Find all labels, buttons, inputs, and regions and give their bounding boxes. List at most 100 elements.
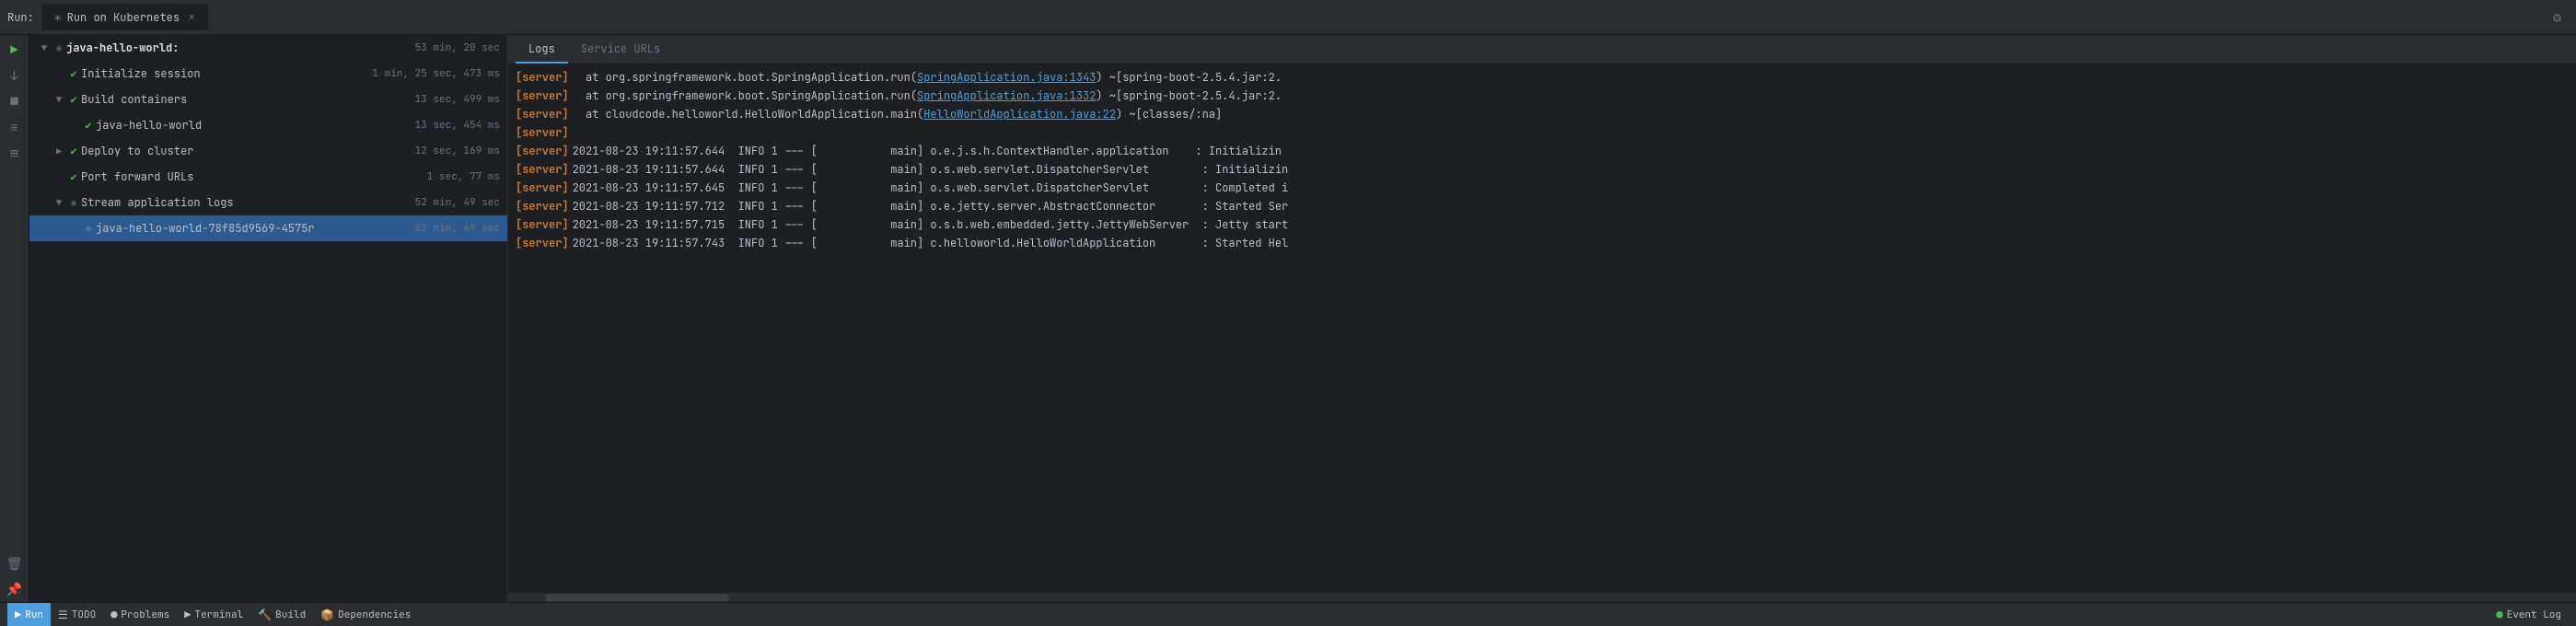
tree-arrow-empty [52,66,66,81]
tab-bar: Logs Service URLs [508,35,2576,64]
log-line: [server] at org.springframework.boot.Spr… [508,68,2576,87]
tree-arrow-collapse: ▼ [52,195,66,210]
tree-item-port-forward-urls[interactable]: ✔ Port forward URLs 1 sec, 77 ms [29,164,507,190]
tree-item-java-hello-world-sub[interactable]: ✔ java-hello-world 13 sec, 454 ms [29,112,507,138]
log-text: at org.springframework.boot.SpringApplic… [573,87,1282,104]
tree-label: Stream application logs [81,195,408,210]
log-text: 2021-08-23 19:11:57.712 INFO 1 --- [ mai… [573,198,1289,214]
tree-label: Port forward URLs [81,169,420,184]
log-server-tag: [server] [516,180,569,196]
filter-button[interactable]: ≡ [3,116,27,140]
log-server-tag: [server] [516,124,569,141]
tab-logs[interactable]: Logs [516,36,568,64]
tree-icon-check: ✔ [66,92,81,107]
pin-button[interactable]: 📌 [3,578,27,602]
log-text: 2021-08-23 19:11:57.644 INFO 1 --- [ mai… [573,161,1289,178]
scroll-down-button[interactable]: ↓ [3,64,27,88]
tree-label: Initialize session [81,66,365,81]
tree-item-stream-application-logs[interactable]: ▼ ✳ Stream application logs 52 min, 49 s… [29,190,507,215]
log-text: 2021-08-23 19:11:57.743 INFO 1 --- [ mai… [573,235,1289,251]
terminal-icon: ▶ [184,608,191,622]
tree-arrow-collapse: ▼ [37,41,52,55]
problems-icon: ● [110,608,117,622]
status-terminal-label: Terminal [194,609,243,621]
tree-label: java-hello-world-78f85d9569-4575r [96,221,408,236]
status-terminal[interactable]: ▶ Terminal [177,603,250,626]
log-text: at org.springframework.boot.SpringApplic… [573,69,1282,86]
status-event-log[interactable]: ● Event Log [2489,603,2569,626]
tree-icon-check: ✔ [81,118,96,133]
tree-label: Build containers [81,92,408,107]
tree-panel: ▼ ✳ java-hello-world: 53 min, 20 sec ✔ I… [29,35,508,602]
tree-arrow-expand: ▶ [52,144,66,158]
tree-item-java-hello-world[interactable]: ▼ ✳ java-hello-world: 53 min, 20 sec [29,35,507,61]
tab-close-button[interactable]: ✕ [189,11,195,24]
main-area: ▶ ↓ ■ ≡ ⊞ 🗑 📌 ▼ ✳ java-hello-world: 53 m… [0,35,2576,602]
status-problems[interactable]: ● Problems [103,603,177,626]
log-line: [server] 2021-08-23 19:11:57.743 INFO 1 … [508,234,2576,252]
status-build[interactable]: 🔨 Build [250,603,313,626]
tree-arrow-empty [52,169,66,184]
tree-time: 52 min, 49 sec [415,222,500,235]
tree-arrow-empty [66,221,81,236]
run-label: Run: [7,10,34,25]
log-line: [server] 2021-08-23 19:11:57.644 INFO 1 … [508,142,2576,160]
tree-icon-spin: ✳ [52,41,66,55]
log-text: 2021-08-23 19:11:57.645 INFO 1 --- [ mai… [573,180,1289,196]
tree-time: 53 min, 20 sec [415,41,500,54]
tree-label: java-hello-world: [66,41,408,55]
expand-button[interactable]: ⊞ [3,142,27,166]
tree-time: 52 min, 49 sec [415,196,500,209]
tree-icon-spin: ✳ [66,195,81,210]
tree-item-deploy-to-cluster[interactable]: ▶ ✔ Deploy to cluster 12 sec, 169 ms [29,138,507,164]
log-line: [server] at org.springframework.boot.Spr… [508,87,2576,105]
log-server-tag: [server] [516,143,569,159]
tab-service-urls[interactable]: Service URLs [568,36,673,64]
left-toolbar: ▶ ↓ ■ ≡ ⊞ 🗑 📌 [0,35,29,602]
log-server-tag: [server] [516,87,569,104]
tree-time: 1 min, 25 sec, 473 ms [372,67,500,80]
log-line: [server] 2021-08-23 19:11:57.712 INFO 1 … [508,197,2576,215]
log-server-tag: [server] [516,198,569,214]
scrollbar-thumb[interactable] [545,594,729,601]
log-line: [server] 2021-08-23 19:11:57.715 INFO 1 … [508,215,2576,234]
log-server-tag: [server] [516,161,569,178]
run-icon: ▶ [15,608,21,622]
tree-time: 13 sec, 454 ms [415,119,500,132]
tree-label: java-hello-world [96,118,408,133]
tree-time: 1 sec, 77 ms [427,170,500,183]
event-log-label: Event Log [2507,609,2561,621]
horizontal-scrollbar[interactable] [508,593,2576,602]
log-content[interactable]: [server] at org.springframework.boot.Spr… [508,64,2576,593]
deps-icon: 📦 [320,608,334,622]
tree-label: Deploy to cluster [81,144,408,158]
run-tab[interactable]: ✳ Run on Kubernetes ✕ [41,4,208,30]
log-line: [server] [508,123,2576,142]
clear-button[interactable]: 🗑 [3,552,27,576]
status-deps-label: Dependencies [338,609,411,621]
log-line: [server] at cloudcode.helloworld.HelloWo… [508,105,2576,123]
log-line: [server] 2021-08-23 19:11:57.644 INFO 1 … [508,160,2576,179]
settings-icon[interactable]: ⚙ [2553,8,2561,27]
tree-item-java-hello-world-stream[interactable]: ✳ java-hello-world-78f85d9569-4575r 52 m… [29,215,507,241]
tree-icon-check: ✔ [66,144,81,158]
log-panel: Logs Service URLs [server] at org.spring… [508,35,2576,602]
tree-icon-check: ✔ [66,66,81,81]
tree-time: 13 sec, 499 ms [415,93,500,106]
log-server-tag: [server] [516,69,569,86]
status-todo[interactable]: ☰ TODO [51,603,103,626]
stop-button[interactable]: ■ [3,90,27,114]
log-server-tag: [server] [516,216,569,233]
log-text: at cloudcode.helloworld.HelloWorldApplic… [573,106,1223,122]
todo-icon: ☰ [58,608,68,622]
log-line: [server] 2021-08-23 19:11:57.645 INFO 1 … [508,179,2576,197]
tree-item-build-containers[interactable]: ▼ ✔ Build containers 13 sec, 499 ms [29,87,507,112]
build-icon: 🔨 [258,608,272,622]
tree-icon-spin: ✳ [81,221,96,236]
status-todo-label: TODO [72,609,96,621]
status-bar: ▶ Run ☰ TODO ● Problems ▶ Terminal 🔨 Bui… [0,602,2576,626]
status-run[interactable]: ▶ Run [7,603,51,626]
tree-item-initialize-session[interactable]: ✔ Initialize session 1 min, 25 sec, 473 … [29,61,507,87]
status-dependencies[interactable]: 📦 Dependencies [313,603,418,626]
run-button[interactable]: ▶ [3,39,27,63]
